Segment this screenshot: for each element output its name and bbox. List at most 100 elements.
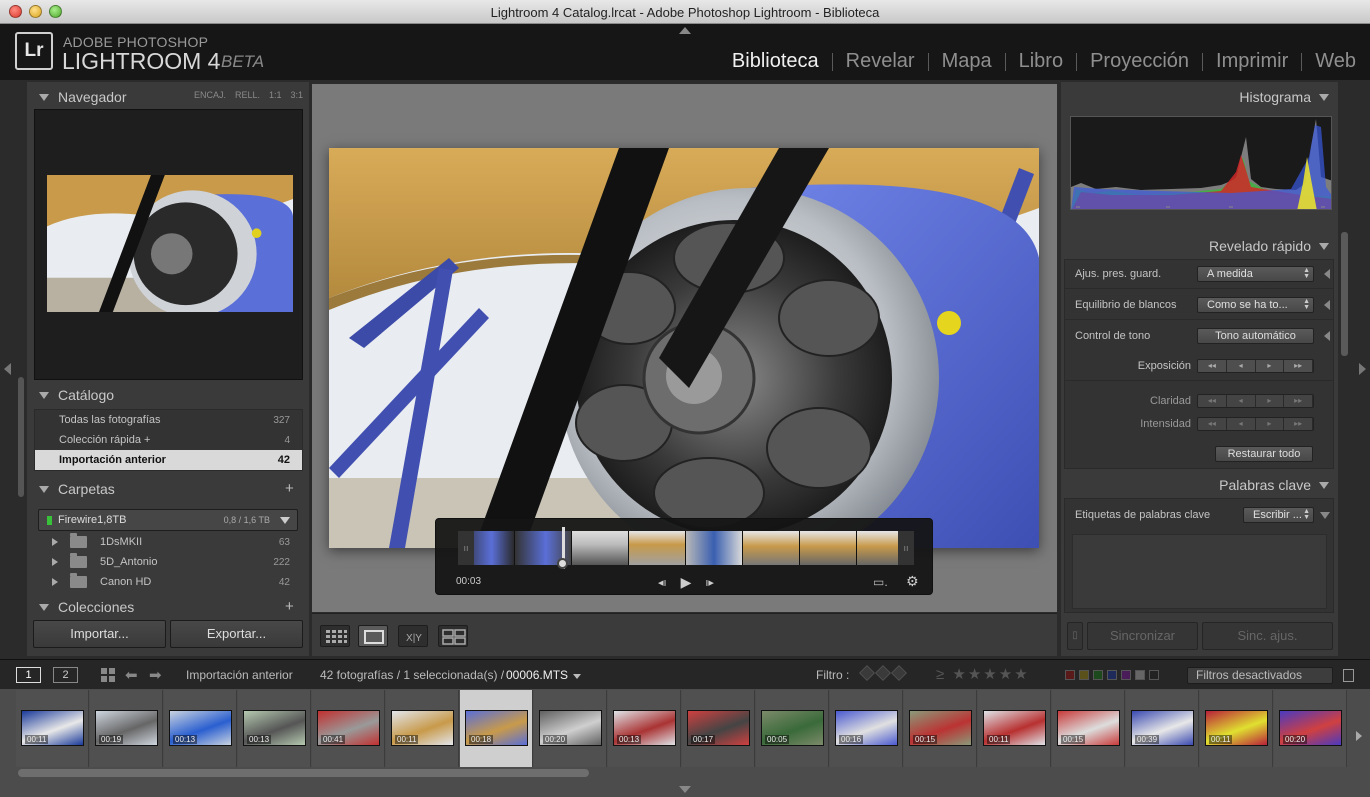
folder-item[interactable]: 5D_Antonio 222 bbox=[36, 552, 300, 572]
expand-triangle-icon[interactable] bbox=[52, 558, 58, 566]
filename-menu-icon[interactable] bbox=[573, 674, 581, 679]
vibrance-increase-large[interactable]: ▸▸ bbox=[1284, 418, 1313, 430]
sync-settings-button[interactable]: Sinc. ajus. bbox=[1202, 622, 1333, 650]
white-balance-select[interactable]: Como se ha to... ▲ ▼ bbox=[1197, 297, 1314, 313]
folders-header[interactable]: Carpetas bbox=[27, 476, 309, 502]
filmstrip-scroll-right-icon[interactable] bbox=[1356, 731, 1362, 741]
filmstrip-thumbnail[interactable]: 00:20 bbox=[1279, 710, 1342, 746]
grid-icon[interactable] bbox=[101, 668, 115, 682]
expand-triangle-icon[interactable] bbox=[52, 538, 58, 546]
filmstrip-cell[interactable]: 00:15 bbox=[1052, 690, 1125, 767]
rating-filter[interactable]: ≥ ★★★★★ bbox=[936, 665, 1030, 683]
disclosure-triangle-icon[interactable] bbox=[1320, 511, 1330, 519]
filmstrip-cell[interactable]: 00:20 bbox=[534, 690, 607, 767]
color-blue-icon[interactable] bbox=[1107, 670, 1117, 680]
clarity-increase-large[interactable]: ▸▸ bbox=[1284, 395, 1313, 407]
filmstrip-cell[interactable]: 00:17 bbox=[682, 690, 755, 767]
filmstrip-thumbnail[interactable]: 00:13 bbox=[613, 710, 676, 746]
catalog-item-quick-collection[interactable]: Colección rápida + 4 bbox=[35, 430, 302, 450]
zoom-fill[interactable]: RELL. bbox=[235, 90, 260, 100]
folder-item[interactable]: Canon HD 42 bbox=[36, 572, 300, 592]
filmstrip-thumbnail[interactable]: 00:15 bbox=[1057, 710, 1120, 746]
navigator-preview[interactable] bbox=[34, 109, 303, 380]
exposure-decrease-large[interactable]: ◂◂ bbox=[1198, 360, 1227, 372]
clarity-increase[interactable]: ▸ bbox=[1255, 395, 1285, 407]
keyword-tags-select[interactable]: Escribir ... ▲ ▼ bbox=[1243, 507, 1314, 523]
filmstrip-thumbnail[interactable]: 00:41 bbox=[317, 710, 380, 746]
primary-window-button[interactable]: 1 bbox=[16, 667, 41, 683]
exposure-increase[interactable]: ▸ bbox=[1255, 360, 1285, 372]
filmstrip-cell[interactable]: 00:11 bbox=[978, 690, 1051, 767]
back-arrow-icon[interactable]: ⬅ bbox=[125, 666, 138, 684]
flag-pick-icon[interactable] bbox=[859, 665, 875, 681]
disclosure-triangle-icon[interactable] bbox=[1324, 300, 1330, 310]
filmstrip-cell[interactable]: 00:13 bbox=[238, 690, 311, 767]
filmstrip-thumbnail[interactable]: 00:17 bbox=[687, 710, 750, 746]
sync-button[interactable]: Sincronizar bbox=[1087, 622, 1198, 650]
filmstrip-thumbnail[interactable]: 00:11 bbox=[1205, 710, 1268, 746]
filmstrip-thumbnail[interactable]: 00:13 bbox=[243, 710, 306, 746]
left-panel-scrollbar[interactable] bbox=[18, 377, 24, 497]
reset-all-button[interactable]: Restaurar todo bbox=[1215, 446, 1313, 462]
export-button[interactable]: Exportar... bbox=[170, 620, 303, 648]
previous-frame-icon[interactable]: ◂ı bbox=[658, 576, 667, 589]
next-frame-icon[interactable]: ı▸ bbox=[705, 576, 714, 589]
flag-rejected-icon[interactable] bbox=[891, 665, 907, 681]
quick-develop-header[interactable]: Revelado rápido bbox=[1061, 233, 1338, 259]
folder-item[interactable]: 1DsMKII 63 bbox=[36, 532, 300, 552]
forward-arrow-icon[interactable]: ➡ bbox=[149, 666, 162, 684]
filmstrip-cell[interactable]: 00:13 bbox=[608, 690, 681, 767]
catalog-header[interactable]: Catálogo bbox=[27, 382, 309, 408]
filter-lock-icon[interactable] bbox=[1343, 669, 1354, 682]
bottom-panel-toggle-icon[interactable] bbox=[679, 786, 691, 793]
filmstrip-thumbnail[interactable]: 00:18 bbox=[465, 710, 528, 746]
module-libro[interactable]: Libro bbox=[1006, 50, 1076, 73]
clarity-decrease[interactable]: ◂ bbox=[1226, 395, 1256, 407]
filmstrip-cell[interactable]: 00:18 bbox=[460, 690, 533, 767]
flag-unflagged-icon[interactable] bbox=[875, 665, 891, 681]
play-icon[interactable]: ▶ bbox=[681, 574, 692, 591]
module-proyeccion[interactable]: Proyección bbox=[1077, 50, 1202, 73]
filmstrip-cell[interactable]: 00:11 bbox=[16, 690, 89, 767]
histogram-header[interactable]: Histograma bbox=[1061, 84, 1338, 110]
color-yellow-icon[interactable] bbox=[1079, 670, 1089, 680]
sync-toggle-switch[interactable]: ▯ bbox=[1067, 622, 1083, 650]
clarity-decrease-large[interactable]: ◂◂ bbox=[1198, 395, 1227, 407]
gear-icon[interactable]: ⚙ bbox=[906, 573, 919, 590]
module-biblioteca[interactable]: Biblioteca bbox=[719, 50, 832, 73]
add-collection-button[interactable]: + bbox=[285, 598, 294, 615]
expand-triangle-icon[interactable] bbox=[52, 578, 58, 586]
catalog-item-all-photos[interactable]: Todas las fotografías 327 bbox=[35, 410, 302, 430]
keywords-text-area[interactable] bbox=[1072, 534, 1327, 609]
filmstrip-cell[interactable]: 00:13 bbox=[164, 690, 237, 767]
trim-end-handle[interactable]: ıı bbox=[898, 531, 914, 565]
vibrance-decrease[interactable]: ◂ bbox=[1226, 418, 1256, 430]
zoom-fit[interactable]: ENCAJ. bbox=[194, 90, 226, 100]
filter-preset-select[interactable]: Filtros desactivados bbox=[1187, 667, 1333, 684]
filmstrip-cell[interactable]: 00:11 bbox=[1200, 690, 1273, 767]
top-panel-toggle-icon[interactable] bbox=[679, 27, 691, 34]
filmstrip-thumbnail[interactable]: 00:11 bbox=[21, 710, 84, 746]
color-green-icon[interactable] bbox=[1093, 670, 1103, 680]
module-web[interactable]: Web bbox=[1302, 50, 1356, 73]
filmstrip-source[interactable]: Importación anterior bbox=[186, 668, 293, 682]
left-panel-toggle-icon[interactable] bbox=[4, 363, 11, 375]
filmstrip-thumbnail[interactable]: 00:11 bbox=[391, 710, 454, 746]
filmstrip-thumbnail[interactable]: 00:05 bbox=[761, 710, 824, 746]
filmstrip-thumbnail[interactable]: 00:19 bbox=[95, 710, 158, 746]
filmstrip-cell[interactable]: 00:39 bbox=[1126, 690, 1199, 767]
color-purple-icon[interactable] bbox=[1121, 670, 1131, 680]
catalog-item-previous-import[interactable]: Importación anterior 42 bbox=[35, 450, 302, 470]
zoom-3-1[interactable]: 3:1 bbox=[290, 90, 303, 100]
grid-view-button[interactable] bbox=[320, 625, 350, 647]
filmstrip-thumbnail[interactable]: 00:20 bbox=[539, 710, 602, 746]
filmstrip-thumbnail[interactable]: 00:39 bbox=[1131, 710, 1194, 746]
filmstrip-cell[interactable]: 00:15 bbox=[904, 690, 977, 767]
video-frame-strip[interactable] bbox=[458, 531, 914, 565]
survey-view-button[interactable] bbox=[438, 625, 468, 647]
vibrance-decrease-large[interactable]: ◂◂ bbox=[1198, 418, 1227, 430]
frame-icon[interactable]: ▭. bbox=[873, 575, 888, 589]
zoom-1-1[interactable]: 1:1 bbox=[269, 90, 282, 100]
module-mapa[interactable]: Mapa bbox=[929, 50, 1005, 73]
filmstrip-cell[interactable]: 00:05 bbox=[756, 690, 829, 767]
